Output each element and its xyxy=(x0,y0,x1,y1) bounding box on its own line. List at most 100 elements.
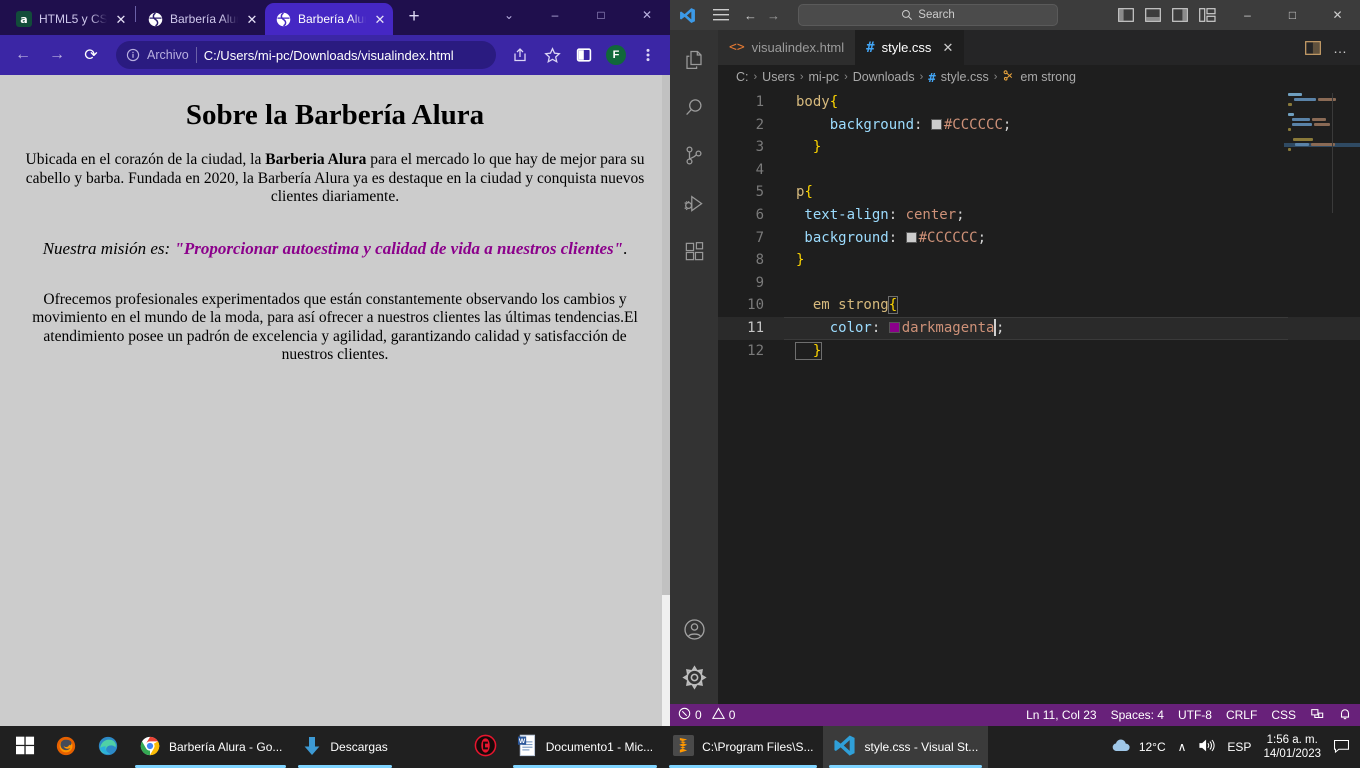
sidebar-item-source-control[interactable] xyxy=(670,134,718,182)
share-icon[interactable] xyxy=(506,41,534,69)
code-line[interactable]: 6 text-align: center; xyxy=(718,204,1360,227)
customize-layout-icon[interactable] xyxy=(1199,8,1216,22)
remote-window-icon[interactable] xyxy=(1310,707,1324,724)
browser-tab-1[interactable]: a HTML5 y CSS ✕ xyxy=(6,3,134,35)
status-eol[interactable]: CRLF xyxy=(1226,708,1257,722)
browser-tab-2-close-icon[interactable]: ✕ xyxy=(245,13,259,26)
back-button[interactable]: ← xyxy=(8,40,38,70)
sidebar-item-accounts[interactable] xyxy=(670,608,718,656)
status-cursor-position[interactable]: Ln 11, Col 23 xyxy=(1026,708,1097,722)
language-indicator[interactable]: ESP xyxy=(1227,740,1251,754)
editor-tab-close-icon[interactable]: ✕ xyxy=(942,40,953,56)
browser-tab-3-close-icon[interactable]: ✕ xyxy=(373,13,387,26)
breadcrumb-item-1[interactable]: Users xyxy=(762,70,795,84)
taskbar-item-label: C:\Program Files\S... xyxy=(702,740,814,754)
split-editor-icon[interactable] xyxy=(1305,40,1321,55)
reload-button[interactable]: ⟳ xyxy=(76,40,106,70)
overview-ruler[interactable] xyxy=(1346,89,1360,704)
side-panel-icon[interactable] xyxy=(570,41,598,69)
code-lines[interactable]: 1 body{2 background: #CCCCCC; 3 } 4 5 p{6 tex… xyxy=(718,89,1360,362)
page-scrollbar-thumb[interactable] xyxy=(662,75,670,595)
breadcrumb-item-0[interactable]: C: xyxy=(736,70,749,84)
toggle-secondary-sidebar-icon[interactable] xyxy=(1172,8,1188,22)
browser-minimize-button[interactable]: – xyxy=(532,0,578,30)
color-swatch[interactable] xyxy=(930,118,942,130)
breadcrumb-item-2[interactable]: mi-pc xyxy=(809,70,840,84)
code-line[interactable]: 11 color: darkmagenta; xyxy=(718,316,1360,340)
notification-center-icon[interactable] xyxy=(1333,738,1350,757)
hamburger-menu-icon[interactable] xyxy=(704,8,738,22)
forward-button[interactable]: → xyxy=(42,40,72,70)
taskbar-item-word[interactable]: W Documento1 - Mic... xyxy=(507,726,663,768)
info-circle-icon[interactable] xyxy=(126,48,140,62)
toggle-panel-icon[interactable] xyxy=(1145,8,1161,22)
clock[interactable]: 1:56 a. m. 14/01/2023 xyxy=(1263,733,1321,761)
breadcrumb-separator: › xyxy=(844,71,848,83)
taskbar-item-descargas[interactable]: Descargas xyxy=(292,726,397,768)
taskbar-item-edge[interactable] xyxy=(87,726,129,768)
editor-more-actions-icon[interactable]: … xyxy=(1333,40,1348,56)
color-swatch[interactable] xyxy=(905,231,917,243)
taskbar-item-firefox[interactable] xyxy=(45,726,87,768)
start-button[interactable] xyxy=(6,726,45,768)
sidebar-item-explorer[interactable] xyxy=(670,38,718,86)
vscode-forward-button[interactable]: → xyxy=(767,8,780,23)
sidebar-item-extensions[interactable] xyxy=(670,230,718,278)
star-icon[interactable] xyxy=(538,41,566,69)
address-bar[interactable]: Archivo C:/Users/mi-pc/Downloads/visuali… xyxy=(116,41,496,69)
status-encoding[interactable]: UTF-8 xyxy=(1178,708,1212,722)
browser-tab-3-active[interactable]: Barbería Alura ✕ xyxy=(265,3,393,35)
page-scrollbar[interactable] xyxy=(662,75,670,726)
code-line[interactable]: 1 body{ xyxy=(718,91,1360,114)
minimap[interactable] xyxy=(1284,93,1360,213)
vscode-back-button[interactable]: ← xyxy=(744,8,757,23)
browser-tab-2[interactable]: Barbería Alura ✕ xyxy=(137,3,265,35)
taskbar-item-vscode[interactable]: style.css - Visual St... xyxy=(823,726,989,768)
new-tab-button[interactable]: + xyxy=(400,4,428,32)
status-problems[interactable]: 0 0 xyxy=(678,707,735,723)
kebab-menu-icon[interactable] xyxy=(634,41,662,69)
code-line[interactable]: 5 p{ xyxy=(718,181,1360,204)
tray-expand-chevron-icon[interactable]: ∧ xyxy=(1178,740,1187,754)
editor-tab-style-css[interactable]: # style.css ✕ xyxy=(855,30,965,65)
browser-close-button[interactable]: ✕ xyxy=(624,0,670,30)
code-line[interactable]: 3 } xyxy=(718,136,1360,159)
sidebar-item-search[interactable] xyxy=(670,86,718,134)
code-line[interactable]: 8} xyxy=(718,249,1360,272)
breadcrumb-item-4[interactable]: style.css xyxy=(941,70,989,84)
vscode-minimize-button[interactable]: – xyxy=(1225,0,1270,30)
code-line[interactable]: 2 background: #CCCCCC; xyxy=(718,114,1360,137)
speaker-icon[interactable] xyxy=(1198,738,1216,756)
vscode-close-button[interactable]: ✕ xyxy=(1315,0,1360,30)
profile-avatar[interactable]: F xyxy=(602,41,630,69)
code-editor[interactable]: 1 body{2 background: #CCCCCC; 3 } 4 5 p{6 tex… xyxy=(718,89,1360,704)
editor-tab-visualindex-html[interactable]: <> visualindex.html xyxy=(718,30,856,65)
browser-tab-1-close-icon[interactable]: ✕ xyxy=(114,13,128,26)
sidebar-item-run-debug[interactable] xyxy=(670,182,718,230)
code-line[interactable]: 10 em strong{ xyxy=(718,294,1360,317)
code-line[interactable]: 7 background: #CCCCCC; xyxy=(718,227,1360,250)
error-count: 0 xyxy=(695,708,702,722)
toggle-primary-sidebar-icon[interactable] xyxy=(1118,8,1134,22)
breadcrumb-item-3[interactable]: Downloads xyxy=(853,70,915,84)
taskbar-item-opera-gx[interactable] xyxy=(464,726,507,768)
status-indentation[interactable]: Spaces: 4 xyxy=(1111,708,1164,722)
browser-maximize-button[interactable]: □ xyxy=(578,0,624,30)
minimap-slider[interactable] xyxy=(1332,93,1346,213)
globe-icon xyxy=(275,11,291,27)
status-language-mode[interactable]: CSS xyxy=(1271,708,1296,722)
color-swatch[interactable] xyxy=(888,321,900,333)
code-line[interactable]: 4 xyxy=(718,159,1360,182)
browser-more-chevron-icon[interactable]: ⌄ xyxy=(486,0,532,30)
vscode-maximize-button[interactable]: □ xyxy=(1270,0,1315,30)
taskbar-item-sublime[interactable]: C:\Program Files\S... xyxy=(663,726,823,768)
taskbar-item-chrome[interactable]: Barbería Alura - Go... xyxy=(129,726,292,768)
code-line[interactable]: 9 xyxy=(718,272,1360,295)
notifications-bell-icon[interactable] xyxy=(1338,707,1352,724)
browser-tab-3-title: Barbería Alura xyxy=(298,12,366,26)
weather-widget[interactable]: 12°C xyxy=(1110,738,1166,756)
breadcrumb-item-5[interactable]: em strong xyxy=(1020,70,1076,84)
vscode-search-box[interactable]: Search xyxy=(798,4,1058,26)
sidebar-item-settings[interactable] xyxy=(670,656,718,704)
code-line[interactable]: 12 } xyxy=(718,340,1360,363)
